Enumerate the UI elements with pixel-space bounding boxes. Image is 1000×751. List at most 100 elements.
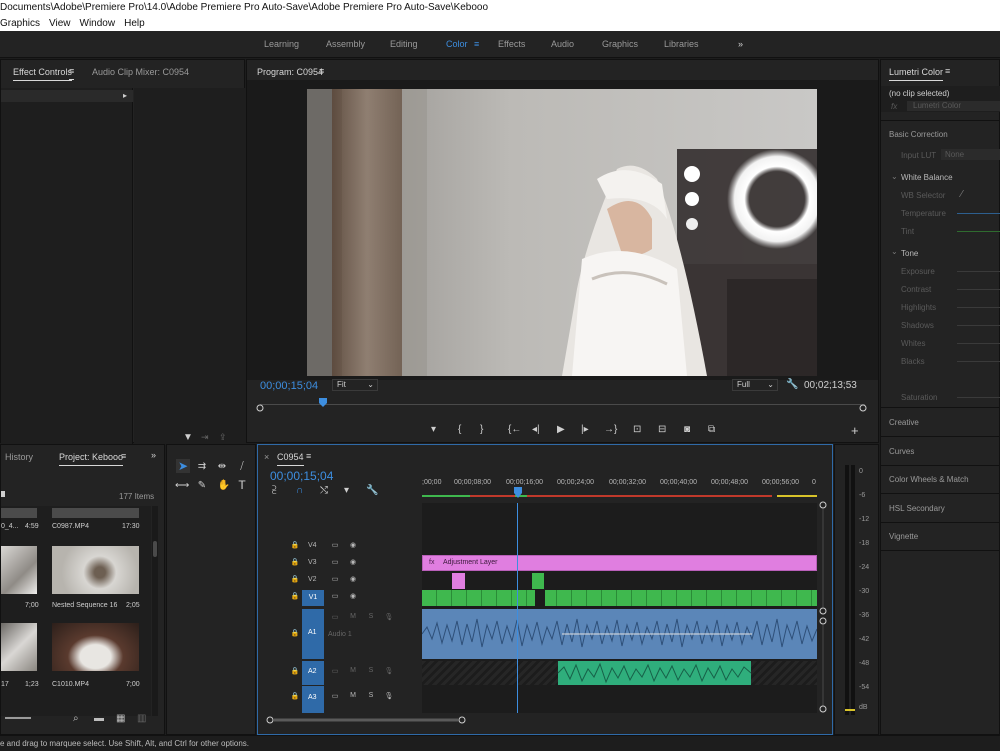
a1-audio-clip[interactable] xyxy=(422,609,817,659)
close-icon[interactable]: × xyxy=(264,452,269,462)
project-thumbnail[interactable] xyxy=(1,623,37,671)
tint-slider[interactable] xyxy=(957,231,1000,232)
linked-selection-icon[interactable]: ⤭ xyxy=(320,485,328,496)
eye-icon[interactable]: ◉ xyxy=(348,541,358,549)
project-overflow-icon[interactable]: » xyxy=(151,450,156,460)
adjustment-layer-clip[interactable]: fx Adjustment Layer xyxy=(422,555,817,571)
lock-icon[interactable]: 🔒 xyxy=(290,667,300,675)
workspace-libraries[interactable]: Libraries xyxy=(664,39,699,49)
program-menu-icon[interactable]: ≡ xyxy=(319,66,324,76)
workspace-editing[interactable]: Editing xyxy=(390,39,418,49)
tab-project[interactable]: Project: Kebooo xyxy=(59,452,124,466)
track-area[interactable]: fx Adjustment Layer xyxy=(422,503,817,713)
saturation-slider[interactable] xyxy=(957,397,1000,398)
add-marker-icon[interactable]: ▾ xyxy=(344,485,349,496)
add-marker-icon[interactable]: ▾ xyxy=(431,424,436,435)
lock-icon[interactable]: 🔒 xyxy=(290,592,300,600)
whites-slider[interactable] xyxy=(957,343,1000,344)
mark-in-icon[interactable]: { xyxy=(458,424,461,435)
fit-dropdown[interactable]: Fit ⌄ xyxy=(332,379,378,391)
section-creative[interactable]: Creative xyxy=(889,418,919,427)
mark-out-icon[interactable]: } xyxy=(480,424,483,435)
slip-tool-icon[interactable]: ⟷ xyxy=(175,480,189,492)
tone-label[interactable]: Tone xyxy=(901,249,918,258)
zoom-slider[interactable] xyxy=(5,717,31,719)
section-hsl-secondary[interactable]: HSL Secondary xyxy=(889,504,945,513)
track-select-icon[interactable]: ⇉ xyxy=(195,461,209,473)
eye-icon[interactable]: ◉ xyxy=(348,575,358,583)
film-icon[interactable]: ▭ xyxy=(330,541,340,549)
microphone-icon[interactable]: 🎙 xyxy=(384,667,394,675)
microphone-icon[interactable]: 🎙 xyxy=(384,692,394,700)
lock-icon[interactable]: 🔒 xyxy=(290,575,300,583)
snap-icon[interactable]: ∩ xyxy=(296,485,303,496)
project-thumbnail[interactable] xyxy=(52,623,139,671)
timeline-timecode[interactable]: 00;00;15;04 xyxy=(270,469,333,483)
folder-icon[interactable]: ▬ xyxy=(94,713,104,724)
project-thumbnail[interactable] xyxy=(52,546,139,594)
sequence-tab[interactable]: C0954 xyxy=(277,452,304,466)
lock-icon[interactable]: 🔒 xyxy=(290,541,300,549)
timeline-vertical-scrollbar[interactable] xyxy=(819,501,827,713)
tab-history[interactable]: History xyxy=(5,452,33,462)
lock-icon[interactable]: 🔒 xyxy=(290,692,300,700)
trash-icon[interactable]: ▥ xyxy=(137,713,146,724)
menu-help[interactable]: Help xyxy=(124,18,145,29)
track-target-v1[interactable]: V1 xyxy=(302,590,324,606)
chevron-down-icon[interactable]: ⌄ xyxy=(891,172,898,181)
eyedropper-icon[interactable]: ⁄ xyxy=(961,189,963,200)
film-icon[interactable]: ▭ xyxy=(330,558,340,566)
step-forward-icon[interactable]: |▸ xyxy=(581,424,589,435)
workspace-graphics[interactable]: Graphics xyxy=(602,39,638,49)
expand-arrow-icon[interactable]: ▸ xyxy=(123,91,127,100)
wrench-icon[interactable]: 🔧 xyxy=(786,379,798,390)
workspace-learning[interactable]: Learning xyxy=(264,39,299,49)
export-icon[interactable]: ⇪ xyxy=(219,432,227,443)
play-icon[interactable]: ▶ xyxy=(557,424,565,435)
solo-button[interactable]: S xyxy=(366,613,376,620)
tab-audio-clip-mixer[interactable]: Audio Clip Mixer: C0954 xyxy=(92,67,189,77)
hand-tool-icon[interactable]: ✋ xyxy=(217,480,231,492)
v2-green-clip[interactable] xyxy=(532,573,544,589)
step-back-icon[interactable]: ◂| xyxy=(532,424,540,435)
workspace-assembly[interactable]: Assembly xyxy=(326,39,365,49)
lumetri-menu-icon[interactable]: ≡ xyxy=(945,66,950,76)
exposure-slider[interactable] xyxy=(957,271,1000,272)
program-timecode[interactable]: 00;00;15;04 xyxy=(260,380,318,392)
workspace-menu-icon[interactable]: ≡ xyxy=(474,39,479,49)
tab-effect-controls[interactable]: Effect Controls xyxy=(13,67,72,81)
section-vignette[interactable]: Vignette xyxy=(889,532,918,541)
solo-button[interactable]: S xyxy=(366,692,376,699)
quality-dropdown[interactable]: Full ⌄ xyxy=(732,379,778,391)
film-icon[interactable]: ▭ xyxy=(330,613,340,621)
timeline-horizontal-scrollbar[interactable] xyxy=(266,716,821,724)
menu-window[interactable]: Window xyxy=(80,18,116,29)
v2-pink-clip[interactable] xyxy=(452,573,465,589)
playhead-handle[interactable] xyxy=(512,487,524,499)
workspace-overflow-icon[interactable]: » xyxy=(738,39,743,49)
selection-tool-icon[interactable]: ➤ xyxy=(176,459,190,473)
project-scrollbar[interactable] xyxy=(152,506,158,716)
project-thumbnail[interactable] xyxy=(1,546,37,594)
white-balance-label[interactable]: White Balance xyxy=(901,173,953,182)
nest-icon[interactable]: ⫔ xyxy=(272,485,276,496)
filter-icon[interactable]: ▼ xyxy=(183,432,193,443)
mute-button[interactable]: M xyxy=(348,613,358,620)
section-curves[interactable]: Curves xyxy=(889,447,914,456)
panel-menu-icon[interactable]: ≡ xyxy=(69,66,75,80)
temperature-slider[interactable] xyxy=(957,213,1000,214)
camera-icon[interactable]: ◙ xyxy=(684,424,690,435)
blacks-slider[interactable] xyxy=(957,361,1000,362)
menu-view[interactable]: View xyxy=(49,18,71,29)
new-item-icon[interactable]: ▦ xyxy=(116,713,125,724)
lift-icon[interactable]: ⊡ xyxy=(633,424,641,435)
export-frame-icon[interactable]: ⇥ xyxy=(201,432,209,443)
project-menu-icon[interactable]: ≡ xyxy=(121,451,126,461)
film-icon[interactable]: ▭ xyxy=(330,592,340,600)
playhead-line[interactable] xyxy=(517,503,518,713)
ripple-edit-icon[interactable]: ⇹ xyxy=(215,461,229,473)
solo-button[interactable]: S xyxy=(366,667,376,674)
section-color-wheels[interactable]: Color Wheels & Match xyxy=(889,475,969,484)
menu-graphics[interactable]: Graphics xyxy=(0,18,40,29)
workspace-audio[interactable]: Audio xyxy=(551,39,574,49)
